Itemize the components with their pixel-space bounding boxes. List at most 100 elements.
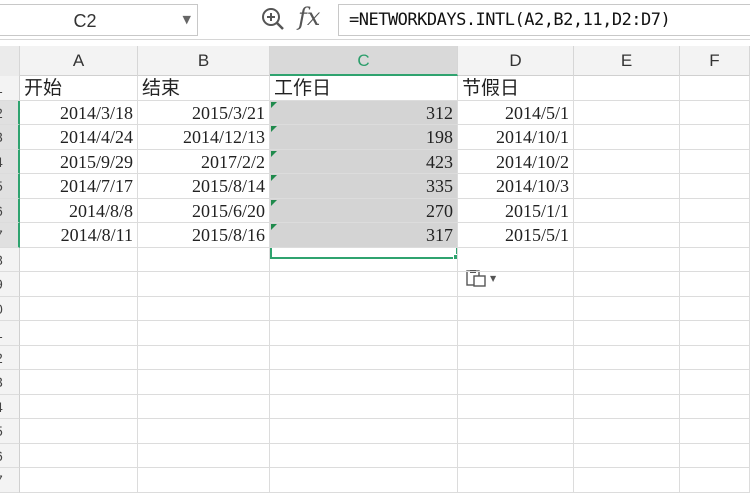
row-header[interactable]: 6 xyxy=(0,443,20,468)
cell-b11[interactable] xyxy=(138,321,270,346)
cell-c6[interactable]: 270 xyxy=(270,198,458,223)
row-header[interactable]: 5 xyxy=(0,174,20,199)
cell-e5[interactable] xyxy=(574,174,680,199)
cell-c14[interactable] xyxy=(270,394,458,419)
cell-c2[interactable]: 312 xyxy=(270,100,458,125)
cell-f10[interactable] xyxy=(680,296,750,321)
cell-d12[interactable] xyxy=(458,345,574,370)
cell-a12[interactable] xyxy=(20,345,138,370)
cell-f7[interactable] xyxy=(680,223,750,248)
column-header-a[interactable]: A xyxy=(20,46,138,76)
cell-b14[interactable] xyxy=(138,394,270,419)
row-header[interactable]: 7 xyxy=(0,468,20,493)
cell-d10[interactable] xyxy=(458,296,574,321)
cell-f16[interactable] xyxy=(680,443,750,468)
cell-c9[interactable] xyxy=(270,272,458,297)
column-header-b[interactable]: B xyxy=(138,46,270,76)
cell-e1[interactable] xyxy=(574,76,680,101)
cell-b2[interactable]: 2015/3/21 xyxy=(138,100,270,125)
cell-e17[interactable] xyxy=(574,468,680,493)
cell-a9[interactable] xyxy=(20,272,138,297)
cell-d17[interactable] xyxy=(458,468,574,493)
cell-a7[interactable]: 2014/8/11 xyxy=(20,223,138,248)
row-header[interactable]: 7 xyxy=(0,223,20,248)
cell-d16[interactable] xyxy=(458,443,574,468)
cell-a14[interactable] xyxy=(20,394,138,419)
cell-f6[interactable] xyxy=(680,198,750,223)
cell-c12[interactable] xyxy=(270,345,458,370)
cell-c15[interactable] xyxy=(270,419,458,444)
row-header[interactable]: 8 xyxy=(0,247,20,272)
cell-c5[interactable]: 335 xyxy=(270,174,458,199)
cell-a4[interactable]: 2015/9/29 xyxy=(20,149,138,174)
cell-e15[interactable] xyxy=(574,419,680,444)
cell-c10[interactable] xyxy=(270,296,458,321)
cell-f4[interactable] xyxy=(680,149,750,174)
cell-d2[interactable]: 2014/5/1 xyxy=(458,100,574,125)
cell-b3[interactable]: 2014/12/13 xyxy=(138,125,270,150)
cell-d11[interactable] xyxy=(458,321,574,346)
cell-f9[interactable] xyxy=(680,272,750,297)
zoom-icon[interactable] xyxy=(260,6,286,32)
name-box[interactable]: C2 ▼ xyxy=(0,4,198,36)
cell-b15[interactable] xyxy=(138,419,270,444)
fx-label[interactable]: fx xyxy=(298,3,320,31)
row-header[interactable]: 6 xyxy=(0,198,20,223)
column-header-f[interactable]: F xyxy=(680,46,750,76)
cell-c13[interactable] xyxy=(270,370,458,395)
cell-f1[interactable] xyxy=(680,76,750,101)
cell-b10[interactable] xyxy=(138,296,270,321)
select-all-corner[interactable] xyxy=(0,46,20,76)
cell-b6[interactable]: 2015/6/20 xyxy=(138,198,270,223)
cell-a2[interactable]: 2014/3/18 xyxy=(20,100,138,125)
cell-b4[interactable]: 2017/2/2 xyxy=(138,149,270,174)
row-header[interactable]: 3 xyxy=(0,370,20,395)
cell-f8[interactable] xyxy=(680,247,750,272)
row-header[interactable]: 2 xyxy=(0,345,20,370)
cell-b7[interactable]: 2015/8/16 xyxy=(138,223,270,248)
cell-d7[interactable]: 2015/5/1 xyxy=(458,223,574,248)
cell-c7[interactable]: 317 xyxy=(270,223,458,248)
cell-d9[interactable] xyxy=(458,272,574,297)
row-header[interactable]: 9 xyxy=(0,272,20,297)
row-header[interactable]: 1 xyxy=(0,76,20,101)
cell-b8[interactable] xyxy=(138,247,270,272)
cell-d8[interactable] xyxy=(458,247,574,272)
cell-f3[interactable] xyxy=(680,125,750,150)
cell-d6[interactable]: 2015/1/1 xyxy=(458,198,574,223)
cell-b12[interactable] xyxy=(138,345,270,370)
cell-c16[interactable] xyxy=(270,443,458,468)
cell-f12[interactable] xyxy=(680,345,750,370)
cell-d4[interactable]: 2014/10/2 xyxy=(458,149,574,174)
cell-d13[interactable] xyxy=(458,370,574,395)
cell-a16[interactable] xyxy=(20,443,138,468)
cell-b9[interactable] xyxy=(138,272,270,297)
cell-e11[interactable] xyxy=(574,321,680,346)
cell-a15[interactable] xyxy=(20,419,138,444)
cell-a13[interactable] xyxy=(20,370,138,395)
cell-c17[interactable] xyxy=(270,468,458,493)
cell-f15[interactable] xyxy=(680,419,750,444)
row-header[interactable]: 3 xyxy=(0,125,20,150)
cell-a6[interactable]: 2014/8/8 xyxy=(20,198,138,223)
cell-e13[interactable] xyxy=(574,370,680,395)
cell-c11[interactable] xyxy=(270,321,458,346)
cell-e2[interactable] xyxy=(574,100,680,125)
cell-c8[interactable] xyxy=(270,247,458,272)
cell-c4[interactable]: 423 xyxy=(270,149,458,174)
cell-c3[interactable]: 198 xyxy=(270,125,458,150)
cell-b5[interactable]: 2015/8/14 xyxy=(138,174,270,199)
cell-a5[interactable]: 2014/7/17 xyxy=(20,174,138,199)
cell-a10[interactable] xyxy=(20,296,138,321)
cell-e6[interactable] xyxy=(574,198,680,223)
cell-f11[interactable] xyxy=(680,321,750,346)
cell-e9[interactable] xyxy=(574,272,680,297)
column-header-e[interactable]: E xyxy=(574,46,680,76)
cell-f14[interactable] xyxy=(680,394,750,419)
cell-b17[interactable] xyxy=(138,468,270,493)
cell-e16[interactable] xyxy=(574,443,680,468)
cell-b16[interactable] xyxy=(138,443,270,468)
cell-b13[interactable] xyxy=(138,370,270,395)
cell-d1[interactable]: 节假日 xyxy=(458,76,574,101)
cell-b1[interactable]: 结束 xyxy=(138,76,270,101)
